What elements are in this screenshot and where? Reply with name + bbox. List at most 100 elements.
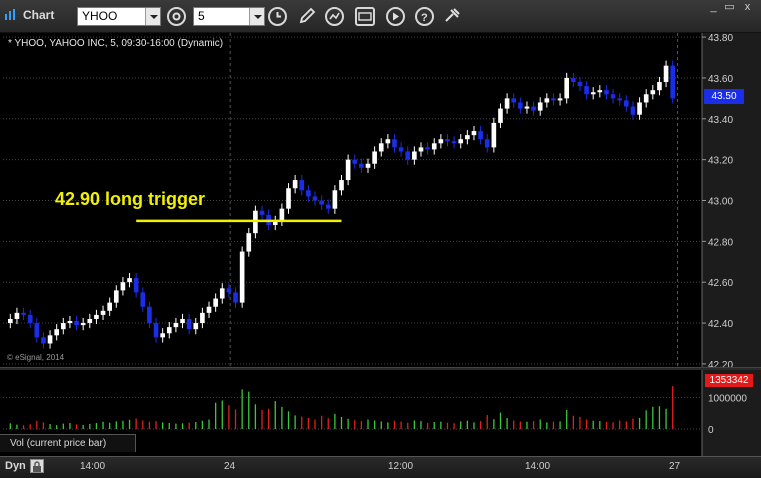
candle-body — [564, 77, 570, 99]
trigger-annotation-label: 42.90 long trigger — [55, 189, 206, 209]
candle-body — [544, 98, 550, 103]
candle-body — [312, 196, 318, 201]
candle-body — [352, 159, 358, 164]
candle-body — [94, 314, 99, 319]
candle-body — [657, 82, 662, 91]
candle-body — [392, 139, 397, 148]
candle-body — [630, 106, 636, 115]
candle-body — [604, 90, 609, 95]
candle-body — [7, 318, 13, 324]
pencil-icon[interactable] — [297, 6, 317, 26]
time-tick-label: 14:00 — [80, 461, 106, 472]
candle-body — [359, 163, 364, 168]
time-axis[interactable]: Dyn 14:00 24 12:00 14:00 27 — [0, 456, 761, 478]
candle-body — [166, 327, 172, 334]
candle-body — [484, 139, 490, 148]
candle-body — [60, 323, 66, 330]
price-tick-label: 43.40 — [708, 115, 733, 126]
candle-body — [431, 143, 437, 150]
price-tick-label: 42.80 — [708, 237, 733, 248]
candle-body — [471, 131, 477, 136]
price-tick-label: 42.40 — [708, 319, 733, 330]
candle-body — [47, 335, 53, 344]
candle-body — [577, 82, 583, 87]
chart-window-icon — [5, 9, 15, 20]
candle-body — [186, 318, 192, 330]
candle-body — [100, 310, 106, 315]
candle-body — [332, 190, 338, 209]
copyright-text: © eSignal, 2014 — [7, 353, 65, 362]
volume-pane[interactable]: 1000000 0 1353342 Vol (current price bar) — [0, 370, 761, 456]
volume-pane-label: Vol (current price bar) — [0, 434, 136, 452]
candle-body — [133, 278, 139, 293]
candle-body — [213, 298, 218, 307]
candle-body — [624, 100, 629, 107]
play-icon[interactable] — [386, 7, 405, 26]
time-tick-label: 12:00 — [388, 461, 414, 472]
close-button[interactable]: x — [740, 1, 755, 14]
time-tick-label: 24 — [224, 461, 236, 472]
candle-body — [425, 147, 430, 150]
candle-body — [398, 147, 404, 152]
candle-body — [239, 251, 245, 303]
dynamic-mode-label[interactable]: Dyn — [5, 460, 26, 472]
help-icon[interactable]: ? — [415, 7, 434, 26]
symbol-input[interactable]: YHOO — [77, 7, 161, 26]
tools-icon[interactable] — [442, 6, 462, 26]
candle-body — [418, 147, 424, 152]
candle-body — [14, 312, 20, 319]
candle-body — [643, 94, 649, 103]
symbol-value: YHOO — [82, 9, 118, 23]
candle-body — [412, 151, 417, 160]
candle-body — [637, 102, 642, 115]
chart-legend: * YHOO, YAHOO INC, 5, 09:30-16:00 (Dynam… — [8, 38, 224, 49]
candle-body — [504, 98, 510, 109]
candle-body — [80, 323, 86, 326]
candle-body — [438, 139, 444, 144]
minimize-button[interactable]: _ — [706, 1, 721, 14]
volume-pane-label-text: Vol (current price bar) — [10, 438, 107, 449]
candle-body — [233, 292, 238, 303]
candle-body — [113, 290, 119, 303]
candle-body — [584, 86, 589, 95]
candle-body — [299, 180, 305, 191]
candle-body — [511, 98, 517, 103]
candle-body — [498, 108, 503, 123]
candle-body — [279, 208, 285, 221]
price-pane[interactable]: 43.80 43.60 43.40 43.20 43.00 42.80 42.60 42.40… — [0, 33, 761, 371]
clock-icon[interactable] — [268, 7, 287, 26]
candle-body — [160, 333, 165, 338]
compare-icon[interactable] — [355, 7, 375, 26]
candle-body — [571, 77, 576, 83]
interval-dropdown-button[interactable] — [249, 8, 264, 25]
symbol-dropdown-button[interactable] — [145, 8, 160, 25]
candle-body — [378, 143, 384, 152]
candle-body — [590, 92, 596, 95]
maximize-button[interactable]: ▭ — [722, 1, 737, 14]
svg-text:?: ? — [421, 12, 428, 24]
candle-body — [465, 135, 470, 140]
candle-body — [206, 306, 212, 313]
candle-body — [551, 98, 556, 101]
refresh-icon[interactable] — [325, 7, 344, 26]
candle-body — [200, 312, 205, 324]
candle-body — [67, 321, 73, 324]
candle-body — [325, 204, 331, 209]
candle-body — [180, 318, 185, 324]
settings-cog-icon[interactable] — [167, 7, 186, 26]
candle-body — [610, 94, 616, 99]
price-tick-label: 43.80 — [708, 33, 733, 44]
candle-body — [54, 329, 59, 336]
lock-icon[interactable] — [30, 459, 44, 473]
chart-toolbar: Chart YHOO 5 ? _ ▭ x — [0, 0, 761, 33]
candle-body — [107, 302, 112, 311]
interval-input[interactable]: 5 — [193, 7, 265, 26]
candle-body — [405, 151, 411, 160]
volume-tick-label: 0 — [708, 425, 714, 436]
price-tick-label: 43.60 — [708, 74, 733, 85]
price-tick-label: 43.20 — [708, 156, 733, 167]
candle-body — [87, 318, 93, 324]
window-title: Chart — [23, 8, 55, 22]
candle-body — [524, 106, 530, 109]
candle-body — [306, 190, 311, 197]
